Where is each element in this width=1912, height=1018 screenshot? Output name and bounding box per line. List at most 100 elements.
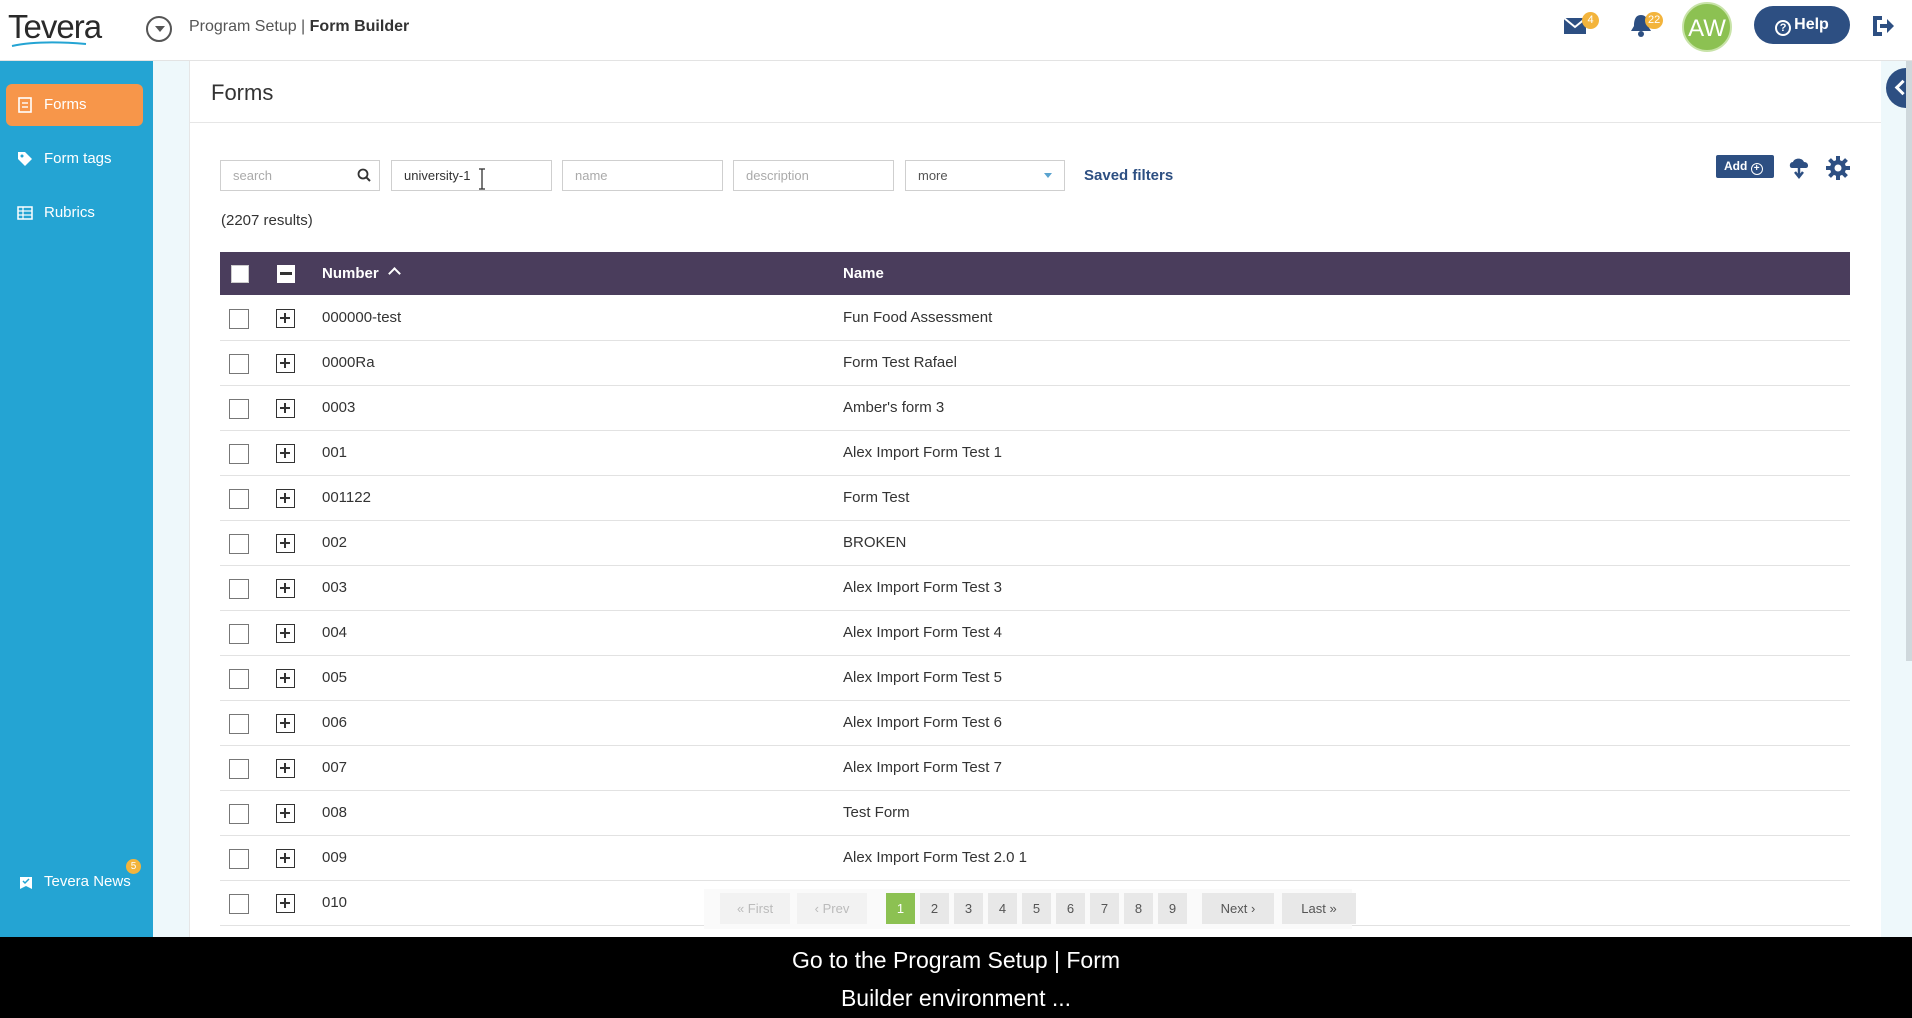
form-name[interactable]: Fun Food Assessment	[843, 309, 992, 326]
form-name[interactable]: Amber's form 3	[843, 399, 944, 416]
form-number[interactable]: 000000-test	[322, 309, 401, 326]
row-checkbox[interactable]	[229, 849, 249, 869]
gear-icon[interactable]	[1826, 156, 1850, 180]
cloud-export-icon[interactable]	[1788, 156, 1810, 180]
table-row[interactable]: 000000-test Fun Food Assessment	[220, 296, 1850, 341]
pagination-page[interactable]: 5	[1022, 893, 1051, 924]
table-row[interactable]: 003 Alex Import Form Test 3	[220, 566, 1850, 611]
expand-row-icon[interactable]	[276, 804, 295, 823]
form-number[interactable]: 0003	[322, 399, 355, 416]
form-number[interactable]: 001	[322, 444, 347, 461]
expand-row-icon[interactable]	[276, 444, 295, 463]
form-number[interactable]: 010	[322, 894, 347, 911]
table-row[interactable]: 0000Ra Form Test Rafael	[220, 341, 1850, 386]
form-number[interactable]: 009	[322, 849, 347, 866]
table-row[interactable]: 006 Alex Import Form Test 6	[220, 701, 1850, 746]
column-header-name[interactable]: Name	[843, 265, 884, 282]
table-row[interactable]: 005 Alex Import Form Test 5	[220, 656, 1850, 701]
help-button[interactable]: ? Help	[1754, 6, 1850, 44]
row-checkbox[interactable]	[229, 624, 249, 644]
column-header-number[interactable]: Number	[322, 265, 379, 282]
form-name[interactable]: Alex Import Form Test 4	[843, 624, 1002, 641]
expand-row-icon[interactable]	[276, 714, 295, 733]
row-checkbox[interactable]	[229, 534, 249, 554]
pagination-page[interactable]: 3	[954, 893, 983, 924]
pagination-prev[interactable]: ‹ Prev	[797, 893, 867, 924]
collapse-all-icon[interactable]	[277, 265, 295, 283]
sidebar-item-rubrics[interactable]: Rubrics	[6, 192, 143, 234]
form-name[interactable]: Alex Import Form Test 5	[843, 669, 1002, 686]
row-checkbox[interactable]	[229, 309, 249, 329]
form-number[interactable]: 001122	[322, 489, 371, 506]
table-row[interactable]: 001 Alex Import Form Test 1	[220, 431, 1850, 476]
expand-row-icon[interactable]	[276, 354, 295, 373]
select-all-checkbox[interactable]	[231, 265, 249, 283]
pagination-first[interactable]: « First	[720, 893, 790, 924]
form-number[interactable]: 006	[322, 714, 347, 731]
expand-row-icon[interactable]	[276, 849, 295, 868]
breadcrumb-parent[interactable]: Program Setup |	[189, 18, 310, 35]
expand-row-icon[interactable]	[276, 489, 295, 508]
expand-row-icon[interactable]	[276, 534, 295, 553]
form-name[interactable]: Alex Import Form Test 3	[843, 579, 1002, 596]
row-checkbox[interactable]	[229, 714, 249, 734]
name-filter-input[interactable]: name	[562, 160, 723, 191]
form-number[interactable]: 005	[322, 669, 347, 686]
pagination-page[interactable]: 7	[1090, 893, 1119, 924]
form-name[interactable]: BROKEN	[843, 534, 906, 551]
more-filters-select[interactable]: more	[905, 160, 1065, 191]
row-checkbox[interactable]	[229, 669, 249, 689]
row-checkbox[interactable]	[229, 759, 249, 779]
scrollbar[interactable]	[1906, 61, 1912, 661]
row-checkbox[interactable]	[229, 399, 249, 419]
form-name[interactable]: Alex Import Form Test 1	[843, 444, 1002, 461]
form-number[interactable]: 004	[322, 624, 347, 641]
form-number[interactable]: 007	[322, 759, 347, 776]
form-name[interactable]: Test Form	[843, 804, 910, 821]
row-checkbox[interactable]	[229, 579, 249, 599]
expand-row-icon[interactable]	[276, 399, 295, 418]
table-row[interactable]: 007 Alex Import Form Test 7	[220, 746, 1850, 791]
pagination-page[interactable]: 4	[988, 893, 1017, 924]
form-number[interactable]: 008	[322, 804, 347, 821]
table-row[interactable]: 002 BROKEN	[220, 521, 1850, 566]
form-name[interactable]: Alex Import Form Test 2.0 1	[843, 849, 1027, 866]
row-checkbox[interactable]	[229, 354, 249, 374]
expand-row-icon[interactable]	[276, 669, 295, 688]
table-row[interactable]: 004 Alex Import Form Test 4	[220, 611, 1850, 656]
sidebar-item-form-tags[interactable]: Form tags	[6, 138, 143, 180]
row-checkbox[interactable]	[229, 444, 249, 464]
pagination-last[interactable]: Last »	[1282, 893, 1356, 924]
add-button[interactable]: Add +	[1716, 155, 1774, 178]
expand-row-icon[interactable]	[276, 579, 295, 598]
form-name[interactable]: Alex Import Form Test 7	[843, 759, 1002, 776]
search-input[interactable]: search	[220, 160, 380, 191]
table-row[interactable]: 001122 Form Test	[220, 476, 1850, 521]
expand-row-icon[interactable]	[276, 309, 295, 328]
table-row[interactable]: 008 Test Form	[220, 791, 1850, 836]
form-number[interactable]: 0000Ra	[322, 354, 375, 371]
pagination-next[interactable]: Next ›	[1202, 893, 1274, 924]
sort-ascending-icon[interactable]	[388, 267, 401, 280]
pagination-page[interactable]: 6	[1056, 893, 1085, 924]
logout-icon[interactable]	[1870, 13, 1896, 39]
expand-row-icon[interactable]	[276, 894, 295, 913]
tevera-news-link[interactable]: Tevera News 5	[18, 859, 141, 890]
sidebar-item-forms[interactable]: Forms	[6, 84, 143, 126]
pagination-page[interactable]: 9	[1158, 893, 1187, 924]
table-row[interactable]: 0003 Amber's form 3	[220, 386, 1850, 431]
user-avatar[interactable]: AW	[1682, 2, 1732, 52]
saved-filters-link[interactable]: Saved filters	[1084, 167, 1173, 184]
row-checkbox[interactable]	[229, 489, 249, 509]
pagination-page[interactable]: 2	[920, 893, 949, 924]
form-number[interactable]: 003	[322, 579, 347, 596]
form-name[interactable]: Form Test Rafael	[843, 354, 957, 371]
table-row[interactable]: 009 Alex Import Form Test 2.0 1	[220, 836, 1850, 881]
expand-row-icon[interactable]	[276, 624, 295, 643]
form-name[interactable]: Alex Import Form Test 6	[843, 714, 1002, 731]
form-number[interactable]: 002	[322, 534, 347, 551]
tevera-logo[interactable]: Tevera	[8, 10, 118, 50]
pagination-page[interactable]: 1	[886, 893, 915, 924]
row-checkbox[interactable]	[229, 894, 249, 914]
row-checkbox[interactable]	[229, 804, 249, 824]
